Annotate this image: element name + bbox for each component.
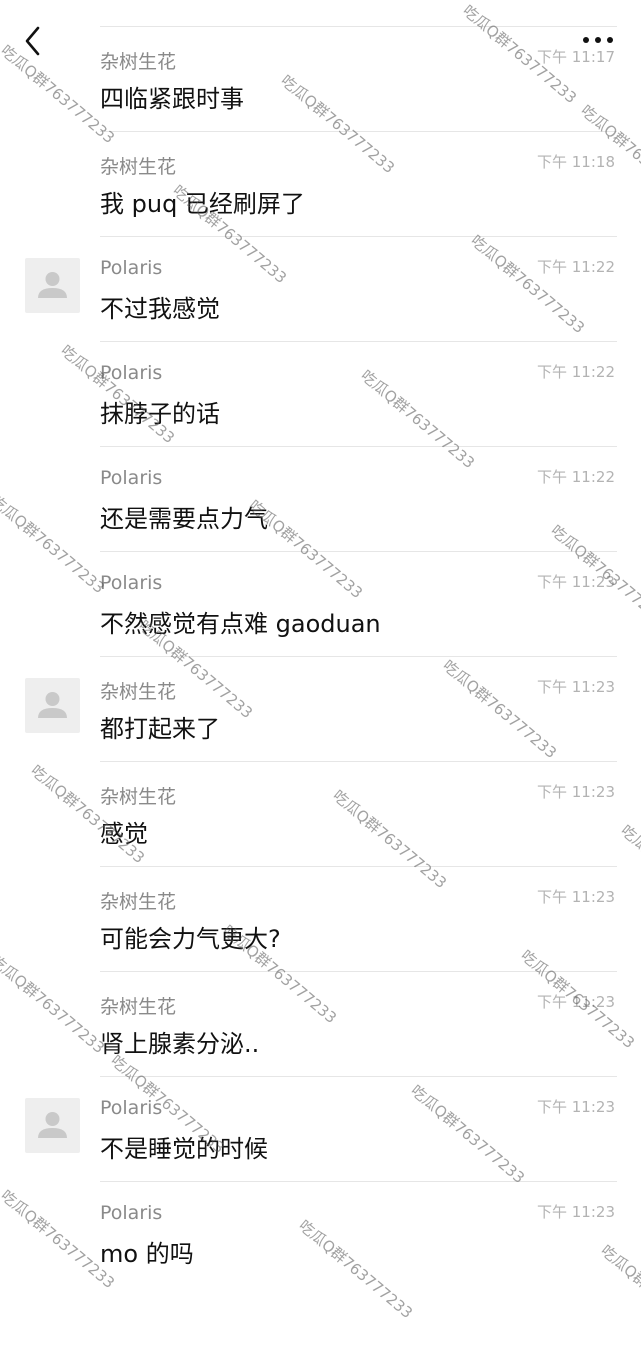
- message-item[interactable]: Polaris 下午 11:22 抹脖子的话: [0, 341, 641, 446]
- sender-name: Polaris: [100, 257, 163, 279]
- message-item[interactable]: 杂树生花 下午 11:23 感觉: [0, 761, 641, 866]
- message-time: 下午 11:22: [537, 258, 615, 276]
- message-item[interactable]: 杂树生花 下午 11:23 都打起来了: [0, 656, 641, 761]
- message-divider: [100, 1181, 617, 1182]
- message-text: 抹脖子的话: [100, 400, 220, 428]
- avatar[interactable]: [25, 678, 80, 733]
- message-item[interactable]: Polaris 下午 11:22 还是需要点力气: [0, 446, 641, 551]
- message-item[interactable]: Polaris 下午 11:23 mo 的吗: [0, 1181, 641, 1286]
- message-divider: [100, 656, 617, 657]
- message-item[interactable]: 杂树生花 下午 11:18 我 puq 已经刷屏了: [0, 131, 641, 236]
- message-text: 可能会力气更大?: [100, 925, 281, 953]
- message-item[interactable]: 杂树生花 下午 11:23 肾上腺素分泌..: [0, 971, 641, 1076]
- message-time: 下午 11:23: [537, 783, 615, 801]
- message-item[interactable]: 杂树生花 下午 11:17 四临紧跟时事: [0, 26, 641, 131]
- message-divider: [100, 971, 617, 972]
- message-divider: [100, 866, 617, 867]
- message-divider: [100, 446, 617, 447]
- sender-name: 杂树生花: [100, 681, 177, 703]
- message-divider: [100, 341, 617, 342]
- message-item[interactable]: Polaris 下午 11:23 不然感觉有点难 gaoduan: [0, 551, 641, 656]
- sender-name: 杂树生花: [100, 156, 177, 178]
- message-time: 下午 11:23: [537, 993, 615, 1011]
- sender-name: Polaris: [100, 467, 163, 489]
- sender-name: 杂树生花: [100, 996, 177, 1018]
- sender-name: Polaris: [100, 362, 163, 384]
- default-avatar-icon: [38, 272, 67, 298]
- message-text: 感觉: [100, 820, 148, 848]
- message-divider: [100, 1076, 617, 1077]
- message-text: 我 puq 已经刷屏了: [100, 190, 305, 218]
- message-time: 下午 11:23: [537, 573, 615, 591]
- message-divider: [100, 236, 617, 237]
- message-list: 杂树生花 下午 11:17 四临紧跟时事 杂树生花 下午 11:18 我 puq 已经刷屏…: [0, 26, 641, 1286]
- message-text: 不然感觉有点难 gaoduan: [100, 610, 381, 638]
- message-divider: [100, 26, 617, 27]
- message-text: 四临紧跟时事: [100, 85, 244, 113]
- avatar[interactable]: [25, 1098, 80, 1153]
- message-text: 还是需要点力气: [100, 505, 268, 533]
- default-avatar-icon: [38, 1112, 67, 1138]
- message-time: 下午 11:18: [537, 153, 615, 171]
- default-avatar-icon: [38, 692, 67, 718]
- message-time: 下午 11:17: [537, 48, 615, 66]
- message-time: 下午 11:22: [537, 363, 615, 381]
- message-text: 都打起来了: [100, 715, 220, 743]
- message-item[interactable]: Polaris 下午 11:22 不过我感觉: [0, 236, 641, 341]
- message-time: 下午 11:22: [537, 468, 615, 486]
- message-time: 下午 11:23: [537, 1203, 615, 1221]
- message-item[interactable]: 杂树生花 下午 11:23 可能会力气更大?: [0, 866, 641, 971]
- sender-name: 杂树生花: [100, 786, 177, 808]
- message-time: 下午 11:23: [537, 888, 615, 906]
- sender-name: Polaris: [100, 572, 163, 594]
- message-text: 不过我感觉: [100, 295, 220, 323]
- avatar[interactable]: [25, 258, 80, 313]
- sender-name: 杂树生花: [100, 891, 177, 913]
- message-item[interactable]: Polaris 下午 11:23 不是睡觉的时候: [0, 1076, 641, 1181]
- message-time: 下午 11:23: [537, 1098, 615, 1116]
- message-text: 肾上腺素分泌..: [100, 1030, 260, 1058]
- sender-name: Polaris: [100, 1097, 163, 1119]
- message-text: mo 的吗: [100, 1240, 194, 1268]
- message-text: 不是睡觉的时候: [100, 1135, 268, 1163]
- message-divider: [100, 551, 617, 552]
- top-bar: [0, 0, 641, 26]
- sender-name: Polaris: [100, 1202, 163, 1224]
- message-divider: [100, 761, 617, 762]
- message-time: 下午 11:23: [537, 678, 615, 696]
- message-divider: [100, 131, 617, 132]
- sender-name: 杂树生花: [100, 51, 177, 73]
